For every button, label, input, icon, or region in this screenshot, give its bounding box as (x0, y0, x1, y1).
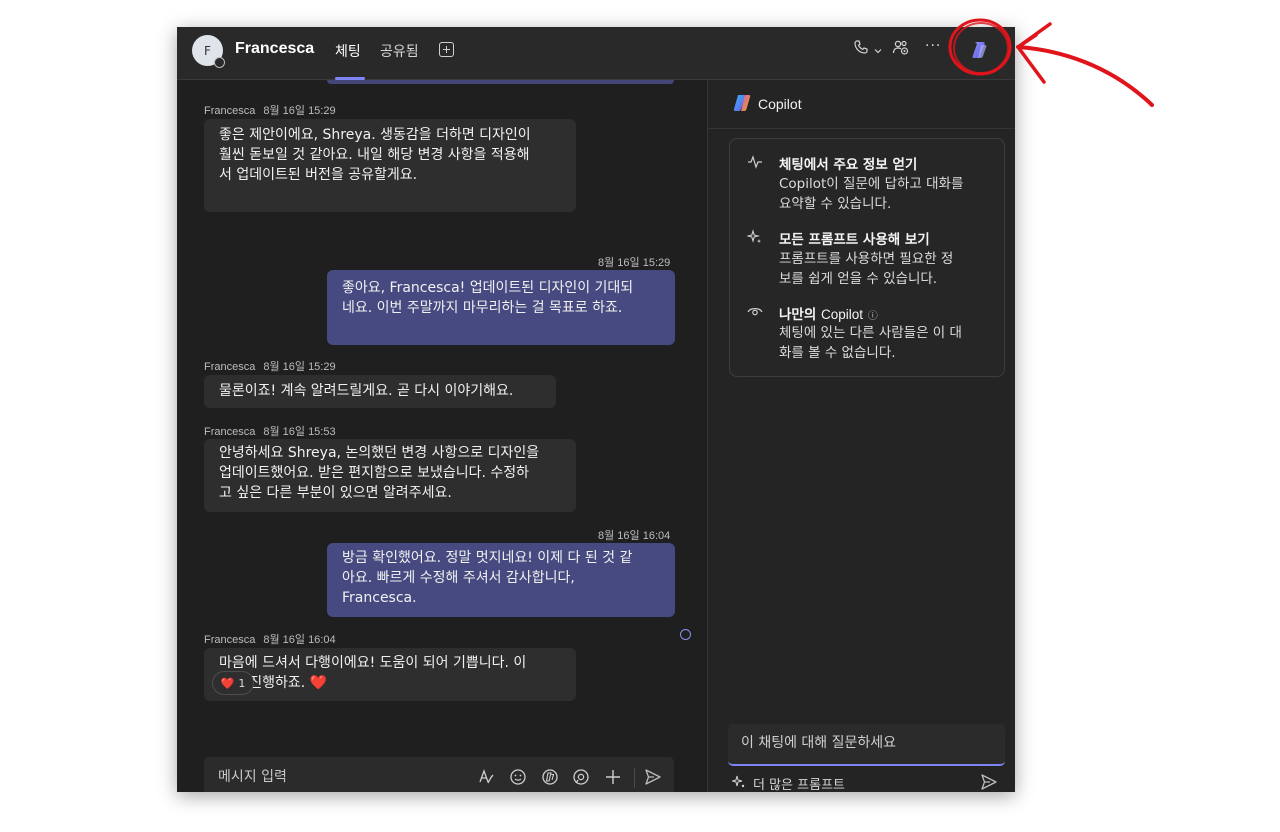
message-line: 물론이죠! 계속 알려드릴게요. 곧 다시 이야기해요. (219, 383, 514, 399)
sparkle-icon (730, 775, 746, 793)
message-meta: Francesca 8월 16일 15:53 (204, 423, 336, 439)
message-line: 좋아요, Francesca! 업데이트된 디자인이 기대되 (342, 280, 634, 296)
feature-description: Copilot이 질문에 답하고 대화를 요약할 수 있습니다. (779, 174, 994, 214)
message-time: 8월 16일 15:29 (263, 105, 336, 117)
feature-title: 나만의 Copilot ⓘ (779, 303, 878, 323)
pulse-icon (747, 155, 763, 173)
message-meta: Francesca 8월 16일 15:29 (204, 358, 336, 374)
message-line: 고 싶은 다른 부분이 있으면 알려주세요. (219, 485, 452, 501)
message-line: 방금 확인했어요. 정말 멋지네요! 이제 다 된 것 같 (342, 550, 633, 566)
contact-name[interactable]: Francesca (235, 40, 314, 58)
sparkle-icon (745, 229, 763, 249)
feature-title-bold: 나만의 (779, 307, 817, 323)
sender-name: Francesca (204, 634, 256, 646)
message-bubble-outgoing[interactable]: 방금 확인했어요. 정말 멋지네요! 이제 다 된 것 같 아요. 빠르게 수정… (327, 543, 675, 617)
feature-title: 모든 프롬프트 사용해 보기 (779, 232, 930, 248)
message-line: 훨씬 돋보일 것 같아요. 내일 해당 변경 사항을 적용해 (219, 147, 530, 163)
message-bubble-incoming[interactable]: 안녕하세요 Shreya, 논의했던 변경 사항으로 디자인을 업데이트했어요.… (204, 439, 576, 512)
avatar-initial: F (204, 43, 211, 58)
info-icon[interactable]: ⓘ (868, 311, 878, 322)
feature-title: 체팅에서 주요 정보 얻기 (779, 157, 918, 173)
message-bubble-incoming[interactable]: 마음에 드셔서 다행이에요! 도움이 되어 기쁩니다. 이 대로 진행하죠. ❤… (204, 648, 576, 701)
avatar[interactable]: F (192, 35, 225, 68)
chevron-down-icon[interactable] (874, 43, 882, 59)
message-bubble-incoming[interactable]: 물론이죠! 계속 알려드릴게요. 곧 다시 이야기해요. (204, 375, 556, 408)
add-icon[interactable] (604, 768, 622, 790)
phone-icon[interactable] (853, 39, 869, 59)
composer-divider (634, 768, 635, 788)
message-input[interactable] (218, 769, 468, 785)
message-line: 업데이트했어요. 받은 편지함으로 보냈습니다. 수정하 (219, 465, 530, 481)
eye-icon (747, 305, 763, 321)
message-line: 서 업데이트된 버전을 공유할게요. (219, 167, 418, 183)
people-settings-icon[interactable] (892, 39, 910, 60)
feature-description-line: 화를 볼 수 없습니다. (779, 345, 896, 361)
copilot-icon[interactable] (966, 37, 992, 63)
heart-icon: ❤️ (220, 676, 235, 690)
message-time: 8월 16일 15:53 (263, 426, 336, 438)
add-tab-icon[interactable] (439, 42, 454, 57)
send-icon[interactable] (644, 768, 662, 790)
previous-message-edge (327, 80, 674, 84)
message-meta: Francesca 8월 16일 16:04 (204, 631, 336, 647)
chat-header: F Francesca 체팅 공유됨 ··· (177, 27, 1015, 80)
copilot-ask-box[interactable] (728, 724, 1005, 766)
message-meta: Francesca 8월 16일 15:29 (204, 102, 336, 118)
tab-shared[interactable]: 공유됨 (380, 41, 419, 61)
sender-name: Francesca (204, 105, 256, 117)
feature-description-line: 보를 쉽게 얻을 수 있습니다. (779, 271, 938, 287)
presence-badge (214, 57, 225, 68)
message-line: Francesca. (342, 590, 417, 606)
message-line: 안녕하세요 Shreya, 논의했던 변경 사항으로 디자인을 (219, 445, 540, 461)
read-receipt-icon (680, 629, 691, 640)
more-prompts-button[interactable]: 더 많은 프롬프트 (730, 774, 845, 793)
chat-message-list[interactable]: Francesca 8월 16일 15:29 좋은 제안이에요, Shreya. … (177, 80, 707, 792)
message-bubble-outgoing[interactable]: 좋아요, Francesca! 업데이트된 디자인이 기대되 네요. 이번 주말… (327, 270, 675, 345)
feature-description: 체팅에 있는 다른 사람들은 이 대 화를 볼 수 없습니다. (779, 323, 994, 363)
message-composer[interactable] (204, 757, 674, 792)
tab-chat[interactable]: 체팅 (335, 41, 361, 61)
copilot-logo-icon (732, 93, 752, 113)
copilot-panel: Copilot 체팅에서 주요 정보 얻기 Copilot이 질문에 답하고 대… (707, 80, 1015, 792)
reaction-pill[interactable]: ❤️ 1 (212, 671, 254, 695)
message-line: 네요. 이번 주말까지 마무리하는 걸 목표로 하죠. (342, 300, 623, 316)
copilot-ask-input[interactable] (741, 735, 991, 751)
message-bubble-incoming[interactable]: 좋은 제안이에요, Shreya. 생동감을 더하면 디자인이 훨씬 돋보일 것… (204, 119, 576, 212)
feature-description-line: 요약할 수 있습니다. (779, 196, 892, 212)
message-time: 8월 16일 16:04 (263, 634, 336, 646)
message-line: 좋은 제안이에요, Shreya. 생동감을 더하면 디자인이 (219, 127, 531, 143)
copilot-send-icon[interactable] (980, 773, 998, 792)
message-line: 대로 진행하죠. ❤️ (219, 675, 328, 691)
message-time: 8월 16일 15:29 (598, 257, 671, 269)
copilot-panel-title: Copilot (758, 96, 802, 112)
teams-window: F Francesca 체팅 공유됨 ··· Francesca 8월 16일 … (177, 27, 1015, 792)
feature-title-light: Copilot (820, 307, 863, 322)
copilot-intro-card: 체팅에서 주요 정보 얻기 Copilot이 질문에 답하고 대화를 요약할 수… (729, 138, 1005, 377)
feature-description-line: 프롬프트를 사용하면 필요한 정 (779, 251, 954, 267)
feature-description-line: 체팅에 있는 다른 사람들은 이 대 (779, 325, 962, 341)
emoji-icon[interactable] (509, 768, 527, 790)
more-icon[interactable]: ··· (925, 38, 941, 54)
copilot-small-icon[interactable] (541, 768, 559, 790)
reaction-count: 1 (238, 676, 246, 690)
more-prompts-label: 더 많은 프롬프트 (753, 778, 845, 792)
message-time: 8월 16일 16:04 (598, 530, 671, 542)
format-icon[interactable] (477, 768, 495, 790)
sender-name: Francesca (204, 361, 256, 373)
feature-description-line: Copilot이 질문에 답하고 대화를 (779, 176, 964, 192)
message-line: 아요. 빠르게 수정해 주셔서 감사합니다, (342, 570, 575, 586)
message-line: 마음에 드셔서 다행이에요! 도움이 되어 기쁩니다. 이 (219, 655, 527, 671)
loop-icon[interactable] (572, 768, 590, 790)
message-time: 8월 16일 15:29 (263, 361, 336, 373)
feature-description: 프롬프트를 사용하면 필요한 정 보를 쉽게 얻을 수 있습니다. (779, 249, 994, 289)
sender-name: Francesca (204, 426, 256, 438)
copilot-panel-header: Copilot (708, 80, 1015, 129)
